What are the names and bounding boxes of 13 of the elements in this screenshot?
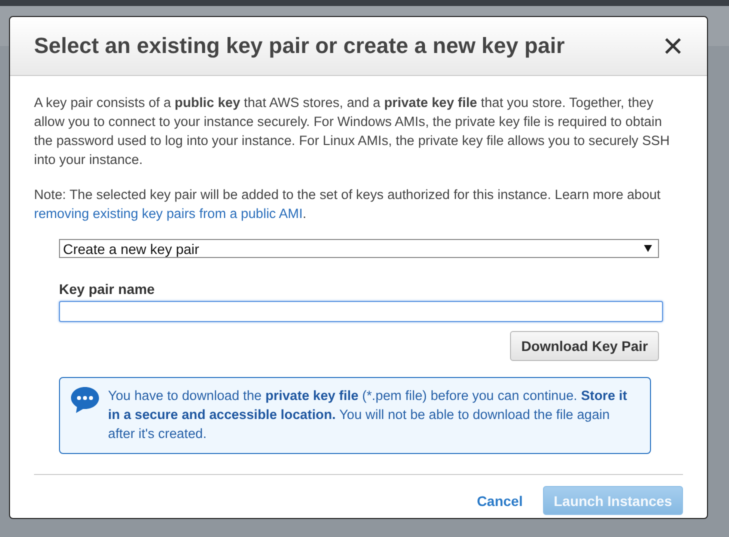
speech-bubble-icon [70,386,100,414]
caret-icon [644,245,652,252]
key-pair-dropdown[interactable]: Create a new key pair [59,239,659,258]
field-label: Key pair name [59,281,156,297]
note-text: Note: The selected key pair will be added to the set of keys authorized for this instance. Learn more about removing existing key pairs from a public AMI. [34,186,662,223]
key-pair-name-field[interactable] [59,301,663,322]
dialog-title: Select an existing key pair or create a new key pair [34,33,565,59]
download-button[interactable]: Download Key Pair [510,331,659,361]
cancel-button[interactable]: Cancel [476,492,523,508]
intro-paragraph: A key pair consists of a public key that AWS stores, and a private key file that you store. Together, they allow you to connect to your instance securely. For Windows AMIs, the private key file is required to obtain the password used to log into your instance. For Linux AMIs, the private key file allows you to securely SSH into your instance. [34,94,671,169]
help-link[interactable]: removing existing key pairs from a public AMI [34,206,303,221]
info-message: You have to download the private key file (*.pem file) before you can continue. Store it in a secure and accessible location. You will not be able to download the file again after it's created. [108,387,628,443]
close-icon[interactable] [665,38,681,54]
